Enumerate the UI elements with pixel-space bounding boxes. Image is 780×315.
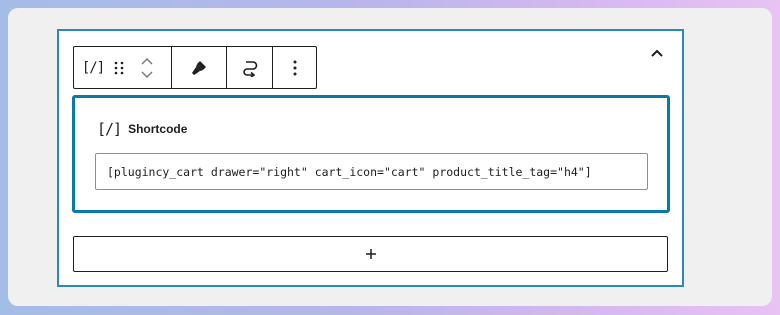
shortcode-icon: [/]: [81, 59, 105, 76]
collapse-button[interactable]: [646, 42, 668, 64]
transform-icon: [242, 60, 257, 77]
block-type-button[interactable]: [/]: [80, 47, 106, 88]
more-vertical-icon: [293, 60, 296, 75]
paintbrush-icon: [192, 60, 206, 75]
movers: [132, 47, 162, 88]
chevron-down-icon: [141, 71, 153, 78]
shortcode-header: [/] Shortcode: [97, 120, 187, 138]
shortcode-input[interactable]: [95, 153, 648, 190]
transform-button[interactable]: [241, 47, 259, 88]
toolbar-group-options: [273, 47, 316, 88]
move-up-button[interactable]: [140, 56, 154, 66]
shortcode-label: Shortcode: [128, 122, 188, 136]
add-block-button[interactable]: [73, 236, 668, 272]
shortcode-icon: [/]: [97, 120, 122, 138]
move-down-button[interactable]: [140, 70, 154, 80]
drag-handle-button[interactable]: [106, 47, 132, 88]
toolbar-group-block: [/]: [74, 47, 172, 88]
toolbar-group-transform: [227, 47, 273, 88]
chevron-up-icon: [141, 57, 153, 64]
plus-icon: [365, 249, 376, 259]
drag-handle-icon: [114, 61, 124, 74]
toolbar-group-style: [172, 47, 227, 88]
style-button[interactable]: [190, 47, 208, 88]
block-toolbar: [/]: [73, 46, 317, 89]
chevron-up-icon: [651, 49, 663, 57]
options-button[interactable]: [293, 47, 297, 88]
shortcode-block[interactable]: [/] Shortcode: [72, 95, 670, 213]
